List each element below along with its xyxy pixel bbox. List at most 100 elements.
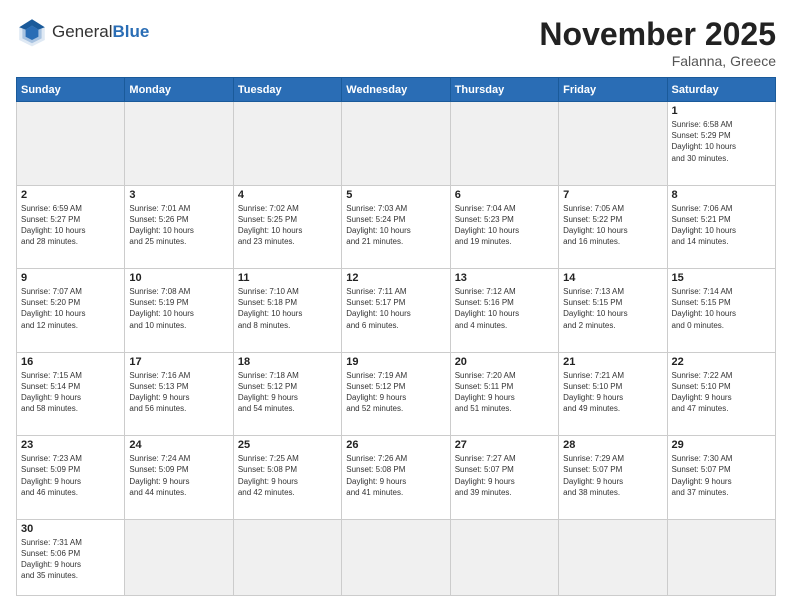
day-number: 16: [21, 356, 120, 368]
day-info: Sunrise: 7:19 AM Sunset: 5:12 PM Dayligh…: [346, 370, 445, 415]
day-number: 6: [455, 189, 554, 201]
weekday-header-sunday: Sunday: [17, 78, 125, 102]
calendar-cell: 7 Sunrise: 7:05 AM Sunset: 5:22 PM Daylig…: [559, 185, 667, 269]
day-number: 7: [563, 189, 662, 201]
day-number: 3: [129, 189, 228, 201]
day-number: 11: [238, 272, 337, 284]
day-number: 9: [21, 272, 120, 284]
day-number: 2: [21, 189, 120, 201]
day-info: Sunrise: 7:29 AM Sunset: 5:07 PM Dayligh…: [563, 453, 662, 498]
day-number: 25: [238, 439, 337, 451]
calendar-cell: 5 Sunrise: 7:03 AM Sunset: 5:24 PM Daylig…: [342, 185, 450, 269]
calendar-cell: 18 Sunrise: 7:18 AM Sunset: 5:12 PM Dayli…: [233, 352, 341, 436]
calendar-week-row: 9 Sunrise: 7:07 AM Sunset: 5:20 PM Daylig…: [17, 269, 776, 353]
calendar-cell: 30 Sunrise: 7:31 AM Sunset: 5:06 PM Dayli…: [17, 519, 125, 595]
day-number: 20: [455, 356, 554, 368]
calendar-cell: [342, 519, 450, 595]
calendar-cell: [450, 102, 558, 186]
calendar-cell: 1 Sunrise: 6:58 AM Sunset: 5:29 PM Daylig…: [667, 102, 775, 186]
title-block: November 2025 Falanna, Greece: [539, 16, 776, 69]
calendar-cell: [559, 519, 667, 595]
day-info: Sunrise: 7:16 AM Sunset: 5:13 PM Dayligh…: [129, 370, 228, 415]
calendar-cell: 21 Sunrise: 7:21 AM Sunset: 5:10 PM Dayli…: [559, 352, 667, 436]
day-info: Sunrise: 7:01 AM Sunset: 5:26 PM Dayligh…: [129, 203, 228, 248]
calendar-cell: [342, 102, 450, 186]
calendar-cell: 9 Sunrise: 7:07 AM Sunset: 5:20 PM Daylig…: [17, 269, 125, 353]
calendar-cell: 17Sunrise: 7:16 AM Sunset: 5:13 PM Dayli…: [125, 352, 233, 436]
calendar-cell: 12 Sunrise: 7:11 AM Sunset: 5:17 PM Dayli…: [342, 269, 450, 353]
day-number: 12: [346, 272, 445, 284]
calendar-cell: 6 Sunrise: 7:04 AM Sunset: 5:23 PM Daylig…: [450, 185, 558, 269]
day-info: Sunrise: 7:10 AM Sunset: 5:18 PM Dayligh…: [238, 286, 337, 331]
location: Falanna, Greece: [539, 53, 776, 69]
weekday-header-wednesday: Wednesday: [342, 78, 450, 102]
day-number: 15: [672, 272, 771, 284]
calendar-cell: 14Sunrise: 7:13 AM Sunset: 5:15 PM Dayli…: [559, 269, 667, 353]
day-info: Sunrise: 7:13 AM Sunset: 5:15 PM Dayligh…: [563, 286, 662, 331]
calendar-cell: 26Sunrise: 7:26 AM Sunset: 5:08 PM Dayli…: [342, 436, 450, 520]
day-number: 24: [129, 439, 228, 451]
calendar-cell: [559, 102, 667, 186]
day-info: Sunrise: 7:25 AM Sunset: 5:08 PM Dayligh…: [238, 453, 337, 498]
day-info: Sunrise: 7:02 AM Sunset: 5:25 PM Dayligh…: [238, 203, 337, 248]
calendar-cell: 29 Sunrise: 7:30 AM Sunset: 5:07 PM Dayli…: [667, 436, 775, 520]
day-info: Sunrise: 7:11 AM Sunset: 5:17 PM Dayligh…: [346, 286, 445, 331]
day-info: Sunrise: 7:18 AM Sunset: 5:12 PM Dayligh…: [238, 370, 337, 415]
calendar-cell: 22Sunrise: 7:22 AM Sunset: 5:10 PM Dayli…: [667, 352, 775, 436]
day-number: 30: [21, 523, 120, 535]
calendar-cell: [667, 519, 775, 595]
calendar-cell: 16 Sunrise: 7:15 AM Sunset: 5:14 PM Dayli…: [17, 352, 125, 436]
day-number: 13: [455, 272, 554, 284]
day-info: Sunrise: 7:08 AM Sunset: 5:19 PM Dayligh…: [129, 286, 228, 331]
calendar-cell: 15 Sunrise: 7:14 AM Sunset: 5:15 PM Dayli…: [667, 269, 775, 353]
calendar-cell: 3 Sunrise: 7:01 AM Sunset: 5:26 PM Daylig…: [125, 185, 233, 269]
calendar-cell: 2 Sunrise: 6:59 AM Sunset: 5:27 PM Daylig…: [17, 185, 125, 269]
day-info: Sunrise: 7:15 AM Sunset: 5:14 PM Dayligh…: [21, 370, 120, 415]
day-number: 8: [672, 189, 771, 201]
calendar-table: SundayMondayTuesdayWednesdayThursdayFrid…: [16, 77, 776, 596]
day-info: Sunrise: 7:24 AM Sunset: 5:09 PM Dayligh…: [129, 453, 228, 498]
day-info: Sunrise: 7:31 AM Sunset: 5:06 PM Dayligh…: [21, 537, 120, 582]
calendar-cell: 25 Sunrise: 7:25 AM Sunset: 5:08 PM Dayli…: [233, 436, 341, 520]
calendar-cell: [125, 102, 233, 186]
day-info: Sunrise: 7:07 AM Sunset: 5:20 PM Dayligh…: [21, 286, 120, 331]
day-number: 18: [238, 356, 337, 368]
weekday-header-monday: Monday: [125, 78, 233, 102]
logo-icon: [16, 16, 48, 48]
calendar-cell: [233, 102, 341, 186]
weekday-header-row: SundayMondayTuesdayWednesdayThursdayFrid…: [17, 78, 776, 102]
calendar-week-row: 23Sunrise: 7:23 AM Sunset: 5:09 PM Dayli…: [17, 436, 776, 520]
logo-text: GeneralBlue: [52, 22, 149, 42]
day-info: Sunrise: 7:05 AM Sunset: 5:22 PM Dayligh…: [563, 203, 662, 248]
day-info: Sunrise: 7:03 AM Sunset: 5:24 PM Dayligh…: [346, 203, 445, 248]
calendar-cell: 19Sunrise: 7:19 AM Sunset: 5:12 PM Dayli…: [342, 352, 450, 436]
day-info: Sunrise: 6:58 AM Sunset: 5:29 PM Dayligh…: [672, 119, 771, 164]
day-info: Sunrise: 7:14 AM Sunset: 5:15 PM Dayligh…: [672, 286, 771, 331]
calendar-cell: 10Sunrise: 7:08 AM Sunset: 5:19 PM Dayli…: [125, 269, 233, 353]
calendar-cell: 27Sunrise: 7:27 AM Sunset: 5:07 PM Dayli…: [450, 436, 558, 520]
day-info: Sunrise: 7:21 AM Sunset: 5:10 PM Dayligh…: [563, 370, 662, 415]
day-info: Sunrise: 7:30 AM Sunset: 5:07 PM Dayligh…: [672, 453, 771, 498]
calendar-cell: [125, 519, 233, 595]
calendar-week-row: 2 Sunrise: 6:59 AM Sunset: 5:27 PM Daylig…: [17, 185, 776, 269]
day-number: 5: [346, 189, 445, 201]
day-number: 4: [238, 189, 337, 201]
weekday-header-friday: Friday: [559, 78, 667, 102]
weekday-header-tuesday: Tuesday: [233, 78, 341, 102]
day-info: Sunrise: 6:59 AM Sunset: 5:27 PM Dayligh…: [21, 203, 120, 248]
calendar-week-row: 16 Sunrise: 7:15 AM Sunset: 5:14 PM Dayli…: [17, 352, 776, 436]
day-info: Sunrise: 7:04 AM Sunset: 5:23 PM Dayligh…: [455, 203, 554, 248]
calendar-cell: 13Sunrise: 7:12 AM Sunset: 5:16 PM Dayli…: [450, 269, 558, 353]
calendar-cell: 24 Sunrise: 7:24 AM Sunset: 5:09 PM Dayli…: [125, 436, 233, 520]
day-info: Sunrise: 7:26 AM Sunset: 5:08 PM Dayligh…: [346, 453, 445, 498]
calendar-week-row: 30 Sunrise: 7:31 AM Sunset: 5:06 PM Dayli…: [17, 519, 776, 595]
day-number: 1: [672, 105, 771, 117]
weekday-header-saturday: Saturday: [667, 78, 775, 102]
day-number: 27: [455, 439, 554, 451]
day-number: 28: [563, 439, 662, 451]
calendar-cell: [17, 102, 125, 186]
day-number: 21: [563, 356, 662, 368]
day-number: 29: [672, 439, 771, 451]
logo: GeneralBlue: [16, 16, 149, 48]
day-info: Sunrise: 7:20 AM Sunset: 5:11 PM Dayligh…: [455, 370, 554, 415]
